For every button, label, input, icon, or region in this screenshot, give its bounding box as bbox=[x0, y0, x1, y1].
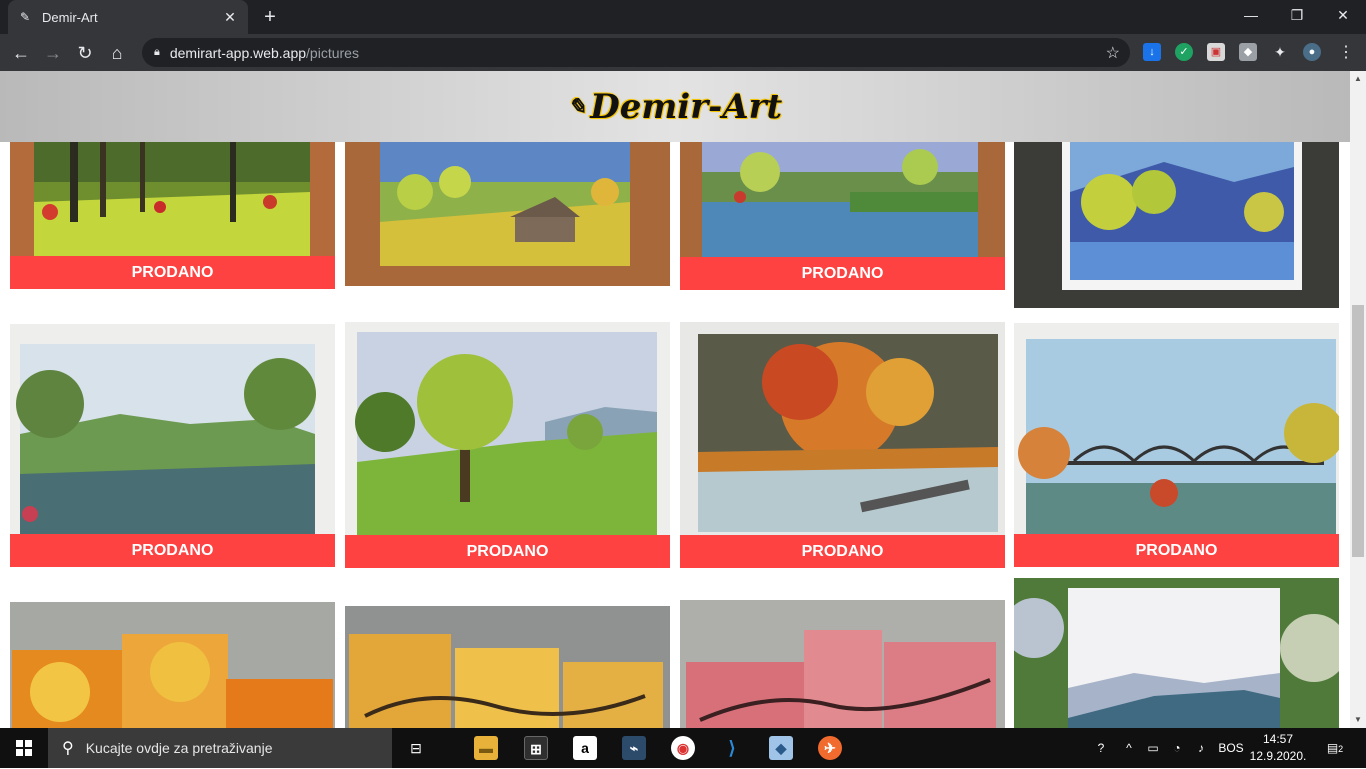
scroll-thumb[interactable] bbox=[1352, 305, 1364, 557]
extensions-puzzle-icon[interactable]: ✦ bbox=[1271, 43, 1289, 61]
amazon-icon[interactable]: a bbox=[573, 736, 597, 760]
sold-badge: PRODANO bbox=[680, 535, 1005, 568]
site-logo[interactable]: ✎ Demir-Art bbox=[568, 87, 782, 127]
scroll-down-icon[interactable]: ▼ bbox=[1350, 712, 1366, 728]
back-arrow-icon[interactable]: ← bbox=[8, 40, 34, 66]
painting-autumn-river bbox=[680, 322, 1005, 535]
painting-pink-triptych bbox=[680, 600, 1005, 728]
painting-valley-river bbox=[10, 324, 335, 534]
painting-mountain-lake bbox=[1014, 142, 1339, 308]
painting-forest bbox=[10, 142, 335, 256]
page-scrollbar[interactable]: ▲ ▼ bbox=[1350, 71, 1366, 728]
adblock-extension-icon[interactable]: ✓ bbox=[1175, 43, 1193, 61]
download-extension-icon[interactable]: ↓ bbox=[1143, 43, 1161, 61]
painting-card-pink-triptych[interactable] bbox=[680, 600, 1005, 728]
minimize-button[interactable]: — bbox=[1228, 0, 1274, 30]
chrome-menu-icon[interactable]: ⋮ bbox=[1336, 42, 1356, 62]
painting-card-meadow-tree[interactable]: PRODANO bbox=[345, 322, 670, 568]
tab-title: Demir-Art bbox=[42, 9, 98, 25]
browser-titlebar: ✎ Demir-Art ✕ + — ❐ ✕ bbox=[0, 0, 1366, 34]
file-explorer-icon[interactable]: ▬ bbox=[474, 736, 498, 760]
profile-avatar[interactable]: ● bbox=[1303, 43, 1321, 61]
painting-card-bridge[interactable]: PRODANO bbox=[1014, 323, 1339, 567]
help-icon[interactable]: ? bbox=[1088, 728, 1114, 768]
sold-badge: PRODANO bbox=[1014, 534, 1339, 567]
browser-toolbar: ← → ↻ ⌂ 🔒︎ demirart-app.web.app/pictures… bbox=[0, 34, 1366, 71]
url-path: /pictures bbox=[306, 44, 359, 61]
mysql-workbench-icon[interactable]: ⌁ bbox=[622, 736, 646, 760]
forward-arrow-icon[interactable]: → bbox=[40, 40, 66, 66]
clock-time: 14:57 bbox=[1262, 732, 1294, 746]
system-clock[interactable]: 14:57 12.9.2020. bbox=[1248, 731, 1308, 765]
paintbrush-icon: ✎ bbox=[567, 93, 587, 120]
sold-badge: PRODANO bbox=[345, 535, 670, 568]
windows-start-button[interactable] bbox=[0, 728, 48, 768]
windows-taskbar: ⚲ Kucajte ovdje za pretraživanje ⊟ ▬ ⊞ a… bbox=[0, 728, 1366, 768]
search-icon: ⚲ bbox=[62, 740, 74, 757]
sold-badge: PRODANO bbox=[680, 257, 1005, 290]
painting-card-river[interactable]: PRODANO bbox=[680, 142, 1005, 290]
microsoft-store-icon[interactable]: ⊞ bbox=[524, 736, 548, 760]
painting-meadow-tree bbox=[345, 322, 670, 535]
tab-close-icon[interactable]: ✕ bbox=[222, 9, 238, 26]
painting-card-forest[interactable]: PRODANO bbox=[10, 142, 335, 289]
logo-text: Demir-Art bbox=[590, 86, 783, 127]
windows-logo-icon bbox=[16, 740, 32, 756]
reload-icon[interactable]: ↻ bbox=[72, 40, 98, 66]
painting-card-orange-triptych[interactable] bbox=[10, 602, 335, 728]
bookmark-star-icon[interactable]: ☆ bbox=[1106, 43, 1120, 63]
search-placeholder: Kucajte ovdje za pretraživanje bbox=[85, 740, 273, 756]
clock-date: 12.9.2020. bbox=[1249, 749, 1307, 763]
lock-icon: 🔒︎ bbox=[154, 46, 160, 58]
screenshot-extension-icon[interactable]: ▣ bbox=[1207, 43, 1225, 61]
painting-card-misty-hills[interactable] bbox=[1014, 578, 1339, 728]
painting-cabin bbox=[345, 142, 670, 286]
site-header: ✎ Demir-Art bbox=[0, 71, 1350, 142]
painting-orange-triptych bbox=[10, 602, 335, 728]
notification-center-icon[interactable]: ▤2 bbox=[1320, 728, 1350, 768]
wifi-icon[interactable]: ◔ bbox=[1166, 728, 1188, 768]
painting-card-cabin[interactable] bbox=[345, 142, 670, 286]
home-icon[interactable]: ⌂ bbox=[104, 40, 130, 66]
task-view-icon[interactable]: ⊟ bbox=[404, 736, 428, 760]
notification-count-badge: 2 bbox=[1338, 744, 1344, 754]
painting-card-mountain-lake[interactable] bbox=[1014, 142, 1339, 308]
virtualbox-icon[interactable]: ◆ bbox=[769, 736, 793, 760]
browser-tab[interactable]: ✎ Demir-Art ✕ bbox=[8, 0, 248, 34]
close-window-button[interactable]: ✕ bbox=[1320, 0, 1366, 30]
site-favicon-icon: ✎ bbox=[19, 10, 31, 24]
cube-extension-icon[interactable]: ◆ bbox=[1239, 43, 1257, 61]
painting-yellow-triptych bbox=[345, 606, 670, 728]
painting-card-autumn-river[interactable]: PRODANO bbox=[680, 322, 1005, 568]
new-tab-button[interactable]: + bbox=[258, 5, 282, 29]
painting-card-valley-river[interactable]: PRODANO bbox=[10, 324, 335, 567]
postman-icon[interactable]: ✈ bbox=[818, 736, 842, 760]
restore-button[interactable]: ❐ bbox=[1274, 0, 1320, 30]
painting-bridge bbox=[1014, 323, 1339, 534]
sold-badge: PRODANO bbox=[10, 256, 335, 289]
address-bar[interactable]: 🔒︎ demirart-app.web.app/pictures ☆ bbox=[142, 38, 1130, 67]
scroll-up-icon[interactable]: ▲ bbox=[1350, 71, 1366, 87]
painting-river bbox=[680, 142, 1005, 257]
battery-icon[interactable]: ▭ bbox=[1142, 728, 1164, 768]
page-viewport: ✎ Demir-Art PRODANO PRODANO PRODANO PROD… bbox=[0, 71, 1350, 728]
painting-card-yellow-triptych[interactable] bbox=[345, 606, 670, 728]
volume-icon[interactable]: ♪ bbox=[1190, 728, 1212, 768]
language-indicator[interactable]: BOS bbox=[1216, 728, 1246, 768]
url-host: demirart-app.web.app bbox=[169, 44, 307, 61]
show-hidden-icons-chevron-icon[interactable]: ^ bbox=[1120, 728, 1138, 768]
vscode-icon[interactable]: ⟩ bbox=[720, 736, 744, 760]
taskbar-search-box[interactable]: ⚲ Kucajte ovdje za pretraživanje bbox=[48, 728, 392, 768]
chrome-icon[interactable]: ◉ bbox=[671, 736, 695, 760]
sold-badge: PRODANO bbox=[10, 534, 335, 567]
painting-misty-hills bbox=[1014, 578, 1339, 728]
